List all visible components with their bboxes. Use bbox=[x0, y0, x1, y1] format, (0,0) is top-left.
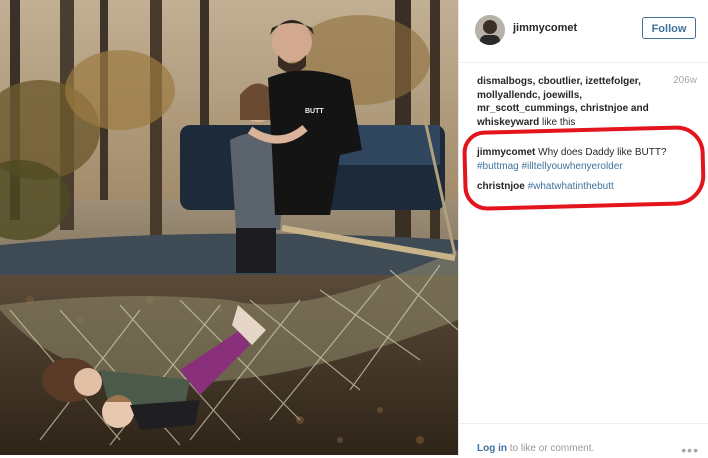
photo-scene: BUTT bbox=[0, 0, 458, 455]
post-header: jimmycomet Follow bbox=[459, 0, 708, 63]
avatar[interactable] bbox=[475, 15, 505, 45]
shirt-text: BUTT bbox=[305, 108, 324, 115]
more-options-icon[interactable]: ••• bbox=[681, 442, 699, 458]
red-annotation-circle bbox=[461, 124, 707, 212]
login-prompt: Log in to like or comment. bbox=[477, 443, 594, 454]
login-link[interactable]: Log in bbox=[477, 443, 507, 454]
post-age[interactable]: 206w bbox=[673, 75, 697, 86]
avatar-image bbox=[475, 15, 505, 45]
follow-button[interactable]: Follow bbox=[642, 17, 696, 39]
post-photo: BUTT bbox=[0, 0, 458, 455]
post-username[interactable]: jimmycomet bbox=[513, 22, 577, 34]
likes-suffix: like this bbox=[542, 116, 576, 128]
post-footer: Log in to like or comment. ••• bbox=[459, 423, 708, 458]
likes-summary: dismalbogs, cboutlier, izettefolger, mol… bbox=[477, 75, 667, 129]
post-info-panel: jimmycomet Follow dismalbogs, cboutlier,… bbox=[458, 0, 708, 458]
login-prompt-text: to like or comment. bbox=[509, 443, 595, 454]
